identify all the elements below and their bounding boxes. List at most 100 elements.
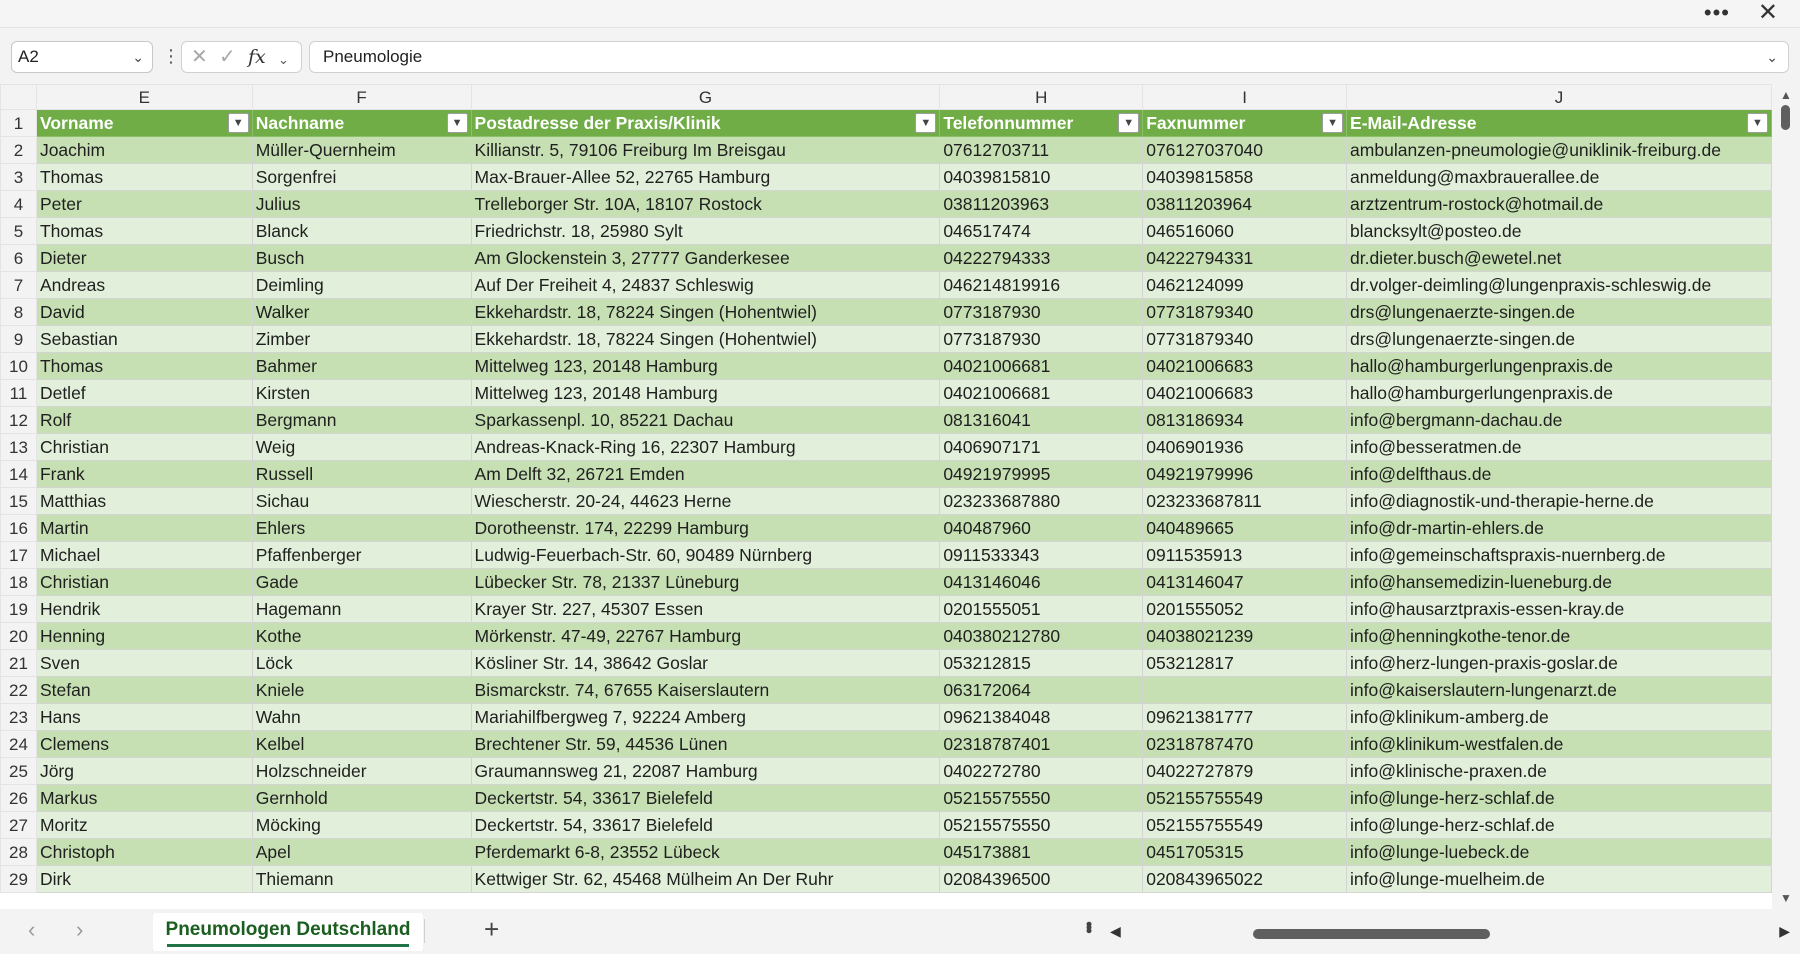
- cell-telefon[interactable]: 046214819916: [939, 271, 1144, 299]
- cell-nachname[interactable]: Walker: [251, 298, 472, 326]
- cell-nachname[interactable]: Sichau: [251, 487, 472, 515]
- cell-email[interactable]: info@hausarztpraxis-essen-kray.de: [1346, 595, 1772, 623]
- cell-postadresse[interactable]: Pferdemarkt 6-8, 23552 Lübeck: [470, 838, 941, 866]
- row-header[interactable]: 3: [0, 163, 37, 191]
- cell-nachname[interactable]: Kelbel: [251, 730, 472, 758]
- cell-telefon[interactable]: 045173881: [939, 838, 1144, 866]
- close-icon[interactable]: ✕: [1758, 1, 1778, 25]
- cell-postadresse[interactable]: Kösliner Str. 14, 38642 Goslar: [470, 649, 941, 677]
- cell-postadresse[interactable]: Mörkenstr. 47-49, 22767 Hamburg: [470, 622, 941, 650]
- row-header[interactable]: 2: [0, 136, 37, 164]
- cell-nachname[interactable]: Apel: [251, 838, 472, 866]
- cell-nachname[interactable]: Gernhold: [251, 784, 472, 812]
- horizontal-scroll-thumb[interactable]: [1253, 929, 1490, 939]
- cell-telefon[interactable]: 04039815810: [939, 163, 1144, 191]
- cell-fax[interactable]: 09621381777: [1142, 703, 1348, 731]
- cell-vorname[interactable]: Henning: [35, 622, 253, 650]
- cell-postadresse[interactable]: Graumannsweg 21, 22087 Hamburg: [470, 757, 941, 785]
- cell-nachname[interactable]: Weig: [251, 433, 472, 461]
- cell-nachname[interactable]: Wahn: [251, 703, 472, 731]
- cell-telefon[interactable]: 040487960: [939, 514, 1144, 542]
- cell-vorname[interactable]: Moritz: [35, 811, 253, 839]
- row-header[interactable]: 20: [0, 622, 37, 650]
- column-header-H[interactable]: H: [939, 84, 1144, 110]
- cell-vorname[interactable]: Clemens: [35, 730, 253, 758]
- cell-nachname[interactable]: Kirsten: [251, 379, 472, 407]
- row-header[interactable]: 1: [0, 109, 37, 137]
- cell-telefon[interactable]: 046517474: [939, 217, 1144, 245]
- cell-vorname[interactable]: Christian: [35, 433, 253, 461]
- filter-dropdown-icon[interactable]: ▼: [446, 113, 468, 133]
- cell-vorname[interactable]: Rolf: [35, 406, 253, 434]
- prev-sheet-icon[interactable]: ‹: [28, 919, 35, 941]
- cell-postadresse[interactable]: Mittelweg 123, 20148 Hamburg: [470, 379, 941, 407]
- cell-nachname[interactable]: Hagemann: [251, 595, 472, 623]
- row-header[interactable]: 22: [0, 676, 37, 704]
- cell-telefon[interactable]: 09621384048: [939, 703, 1144, 731]
- more-options-icon[interactable]: •••: [1704, 2, 1730, 24]
- row-header[interactable]: 9: [0, 325, 37, 353]
- cell-fax[interactable]: 04039815858: [1142, 163, 1348, 191]
- cell-vorname[interactable]: Thomas: [35, 352, 253, 380]
- vertical-scroll-thumb[interactable]: [1781, 105, 1790, 130]
- cell-fax[interactable]: 04022727879: [1142, 757, 1348, 785]
- cell-email[interactable]: info@kaiserslautern-lungenarzt.de: [1346, 676, 1772, 704]
- cell-email[interactable]: info@hansemedizin-lueneburg.de: [1346, 568, 1772, 596]
- cell-fax[interactable]: 076127037040: [1142, 136, 1348, 164]
- cell-nachname[interactable]: Löck: [251, 649, 472, 677]
- cell-email[interactable]: drs@lungenaerzte-singen.de: [1346, 298, 1772, 326]
- cell-fax[interactable]: 04038021239: [1142, 622, 1348, 650]
- scroll-up-icon[interactable]: ▲: [1780, 88, 1792, 102]
- cell-vorname[interactable]: Thomas: [35, 217, 253, 245]
- cell-nachname[interactable]: Busch: [251, 244, 472, 272]
- cell-fax[interactable]: 04222794331: [1142, 244, 1348, 272]
- scroll-left-icon[interactable]: ◀: [1110, 923, 1121, 940]
- formula-input[interactable]: Pneumologie ⌄: [309, 41, 1789, 73]
- row-header[interactable]: 6: [0, 244, 37, 272]
- column-header-E[interactable]: E: [35, 84, 253, 110]
- row-header[interactable]: 18: [0, 568, 37, 596]
- chevron-down-icon[interactable]: ⌄: [132, 42, 144, 72]
- cell-postadresse[interactable]: Deckertstr. 54, 33617 Bielefeld: [470, 784, 941, 812]
- cell-nachname[interactable]: Thiemann: [251, 865, 472, 893]
- cell-nachname[interactable]: Zimber: [251, 325, 472, 353]
- checkmark-icon[interactable]: ✓: [219, 45, 236, 69]
- cell-email[interactable]: info@diagnostik-und-therapie-herne.de: [1346, 487, 1772, 515]
- cell-email[interactable]: arztzentrum-rostock@hotmail.de: [1346, 190, 1772, 218]
- cell-email[interactable]: dr.dieter.busch@ewetel.net: [1346, 244, 1772, 272]
- cell-email[interactable]: info@klinikum-amberg.de: [1346, 703, 1772, 731]
- cell-nachname[interactable]: Gade: [251, 568, 472, 596]
- row-header[interactable]: 10: [0, 352, 37, 380]
- scroll-down-icon[interactable]: ▼: [1780, 891, 1792, 905]
- row-header[interactable]: 19: [0, 595, 37, 623]
- row-header[interactable]: 11: [0, 379, 37, 407]
- cell-postadresse[interactable]: Mariahilfbergweg 7, 92224 Amberg: [470, 703, 941, 731]
- row-header[interactable]: 29: [0, 865, 37, 893]
- cell-email[interactable]: info@klinikum-westfalen.de: [1346, 730, 1772, 758]
- cell-fax[interactable]: 07731879340: [1142, 325, 1348, 353]
- cell-fax[interactable]: 0406901936: [1142, 433, 1348, 461]
- cell-fax[interactable]: 020843965022: [1142, 865, 1348, 893]
- cell-telefon[interactable]: 0911533343: [939, 541, 1144, 569]
- cell-postadresse[interactable]: Kettwiger Str. 62, 45468 Mülheim An Der …: [470, 865, 941, 893]
- cell-email[interactable]: info@lunge-herz-schlaf.de: [1346, 784, 1772, 812]
- cell-nachname[interactable]: Pfaffenberger: [251, 541, 472, 569]
- cell-email[interactable]: anmeldung@maxbrauerallee.de: [1346, 163, 1772, 191]
- row-header[interactable]: 26: [0, 784, 37, 812]
- cell-email[interactable]: info@lunge-herz-schlaf.de: [1346, 811, 1772, 839]
- cell-postadresse[interactable]: Brechtener Str. 59, 44536 Lünen: [470, 730, 941, 758]
- filter-dropdown-icon[interactable]: ▼: [1322, 113, 1344, 133]
- cell-vorname[interactable]: Jörg: [35, 757, 253, 785]
- cell-email[interactable]: info@dr-martin-ehlers.de: [1346, 514, 1772, 542]
- scroll-right-icon[interactable]: ▶: [1779, 923, 1790, 940]
- cell-email[interactable]: hallo@hamburgerlungenpraxis.de: [1346, 352, 1772, 380]
- row-header[interactable]: 14: [0, 460, 37, 488]
- cell-postadresse[interactable]: Andreas-Knack-Ring 16, 22307 Hamburg: [470, 433, 941, 461]
- cell-fax[interactable]: 023233687811: [1142, 487, 1348, 515]
- cell-email[interactable]: drs@lungenaerzte-singen.de: [1346, 325, 1772, 353]
- cell-postadresse[interactable]: Am Delft 32, 26721 Emden: [470, 460, 941, 488]
- cell-vorname[interactable]: Thomas: [35, 163, 253, 191]
- cell-fax[interactable]: 046516060: [1142, 217, 1348, 245]
- cell-telefon[interactable]: 03811203963: [939, 190, 1144, 218]
- filter-dropdown-icon[interactable]: ▼: [915, 113, 937, 133]
